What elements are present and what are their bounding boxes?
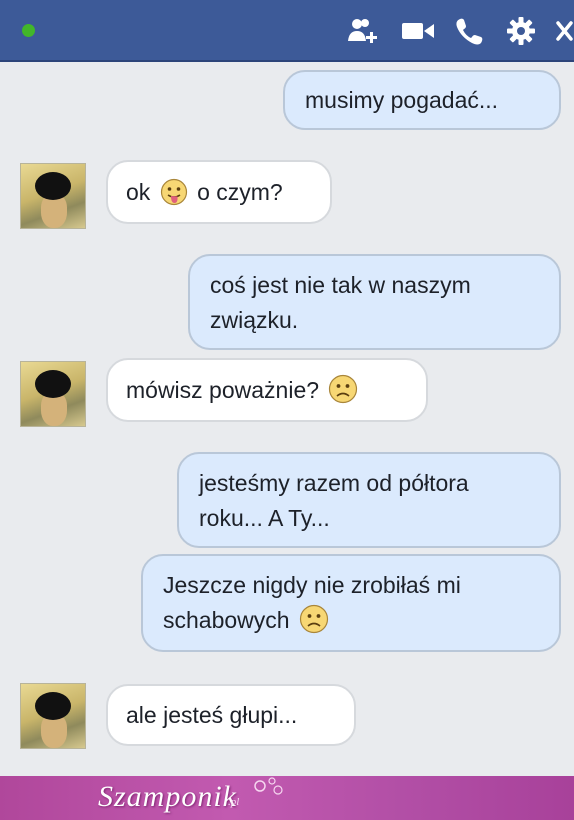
outgoing-message: Jeszcze nigdy nie zrobiłaś mi schabowych [141, 554, 561, 652]
incoming-message: ok o czym? [106, 160, 332, 224]
avatar[interactable] [20, 163, 86, 229]
chat-header [0, 0, 574, 62]
avatar[interactable] [20, 683, 86, 749]
message-text: o czym? [197, 179, 283, 205]
close-icon[interactable] [555, 14, 574, 48]
message-text: ok [126, 179, 151, 205]
outgoing-message: coś jest nie tak w naszym związku. [188, 254, 561, 350]
message-text-line: roku... A Ty... [199, 505, 330, 531]
online-status-icon [22, 24, 35, 37]
watermark-suffix: .pl [228, 796, 240, 808]
phone-icon[interactable] [451, 14, 487, 48]
message-text-line: schabowych [163, 607, 290, 633]
video-call-icon[interactable] [400, 14, 436, 48]
sad-emoji-icon [299, 604, 329, 644]
message-text: musimy pogadać... [305, 87, 499, 113]
incoming-message: ale jesteś głupi... [106, 684, 356, 746]
message-text: ale jesteś głupi... [126, 702, 298, 728]
incoming-message: mówisz poważnie? [106, 358, 428, 422]
tongue-emoji-icon [160, 168, 188, 228]
message-text-line: coś jest nie tak w naszym [210, 272, 471, 298]
message-text-line: jesteśmy razem od półtora [199, 470, 469, 496]
message-text: mówisz poważnie? [126, 377, 320, 403]
watermark-logo: Szamponik [98, 780, 237, 813]
add-friend-icon[interactable] [345, 14, 381, 48]
outgoing-message: jesteśmy razem od półtora roku... A Ty..… [177, 452, 561, 548]
bubbles-icon [254, 777, 283, 795]
outgoing-message: musimy pogadać... [283, 70, 561, 130]
message-text-line: związku. [210, 307, 299, 333]
message-text-line: Jeszcze nigdy nie zrobiłaś mi [163, 572, 461, 598]
sad-emoji-icon [328, 366, 358, 426]
gear-icon[interactable] [503, 14, 539, 48]
avatar[interactable] [20, 361, 86, 427]
watermark-banner: Szamponik .pl [0, 776, 574, 820]
